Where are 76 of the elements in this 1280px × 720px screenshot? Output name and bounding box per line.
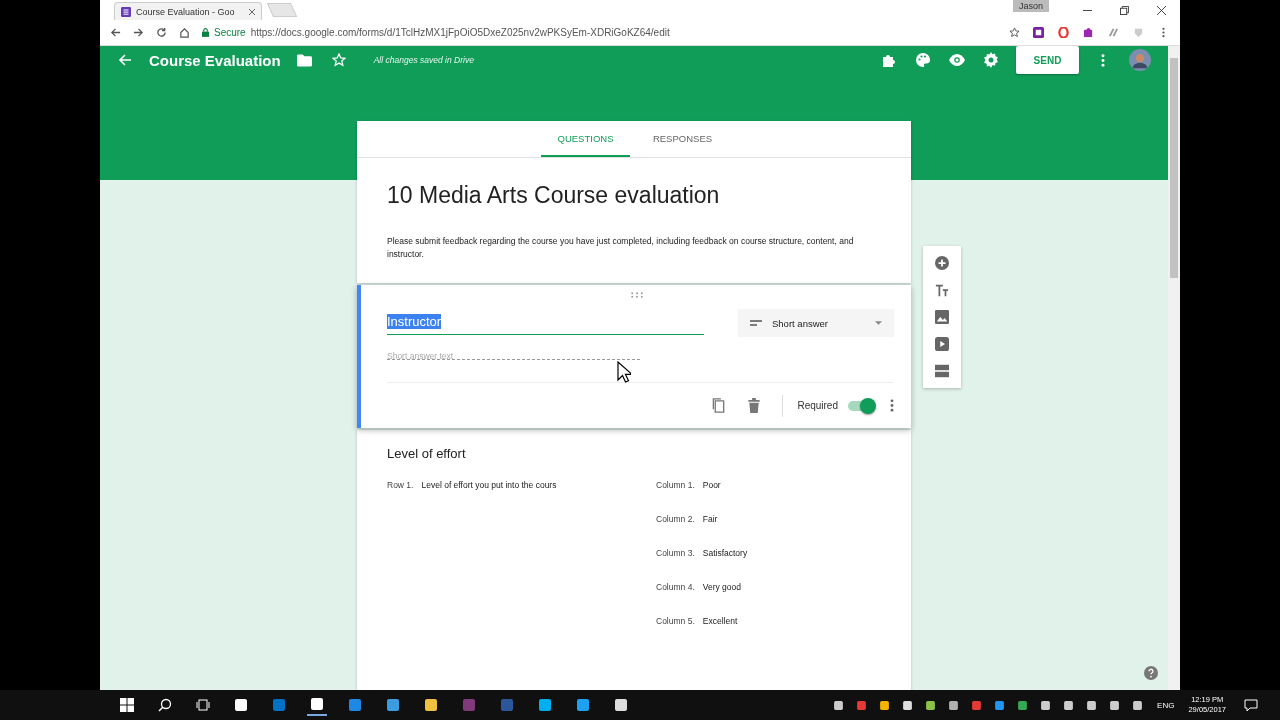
avatar-icon[interactable]	[1129, 49, 1151, 71]
lock-icon	[202, 28, 209, 37]
tray-icon[interactable]	[925, 699, 937, 711]
star-icon[interactable]	[331, 53, 346, 67]
tray-icon[interactable]	[1040, 699, 1052, 711]
question-title-field[interactable]: Instructor	[387, 309, 704, 335]
mouse-cursor-icon	[617, 361, 631, 383]
address-field[interactable]: Secure https://docs.google.com/forms/d/1TclHzMX1jFpOiO5DxeZ025nv2wPKSyEm-XDRiGoKZ64/edit	[198, 22, 1024, 43]
title-icon[interactable]	[935, 283, 949, 297]
short-text-icon	[750, 320, 762, 326]
caret-icon	[875, 321, 882, 325]
column-number: Column 1.	[656, 480, 695, 492]
question-type-dropdown[interactable]: Short answer	[738, 309, 894, 337]
language-indicator[interactable]: ENG	[1157, 700, 1175, 710]
tray-icon[interactable]	[1017, 699, 1029, 711]
column-label[interactable]: Excellent	[702, 616, 738, 629]
answer-field: Short answer text	[387, 345, 640, 360]
folder-icon[interactable]	[296, 53, 312, 67]
opera-icon[interactable]	[1058, 27, 1069, 38]
close-tab-icon[interactable]	[249, 8, 255, 15]
drag-handle-icon[interactable]	[631, 292, 643, 298]
forward-icon[interactable]	[133, 27, 144, 38]
bookmark-star-icon[interactable]	[1009, 27, 1020, 38]
windows-logo-icon[interactable]	[117, 695, 137, 715]
image-icon[interactable]	[935, 310, 949, 324]
restore-icon[interactable]	[1120, 6, 1129, 15]
column-number: Column 5.	[656, 616, 695, 628]
tray-icon[interactable]	[902, 699, 914, 711]
column-label[interactable]: Fair	[702, 514, 718, 527]
required-toggle[interactable]	[848, 400, 874, 411]
row-label[interactable]: Level of effort you put into the cours	[421, 480, 557, 493]
form-description: Please submit feedback regarding the course you have just completed, including feedback on course structure, content, and instructor.	[387, 235, 855, 261]
settings-icon[interactable]	[983, 52, 999, 68]
tray-icon[interactable]	[948, 699, 960, 711]
add-icon[interactable]	[935, 256, 949, 270]
question-title: Level of effort	[387, 446, 467, 461]
reload-icon[interactable]	[156, 27, 167, 38]
trash-icon[interactable]	[747, 398, 762, 413]
profile-name[interactable]: Jason	[1012, 0, 1049, 12]
forms-icon	[121, 6, 131, 17]
help-icon[interactable]	[1144, 666, 1158, 680]
form-tab[interactable]: QUESTIONS	[541, 121, 630, 157]
form-tab[interactable]: RESPONSES	[638, 121, 727, 157]
column-number: Column 2.	[656, 514, 695, 526]
required-label: Required	[797, 400, 838, 411]
send-button[interactable]: SEND	[1016, 46, 1079, 74]
back-icon[interactable]	[110, 27, 121, 38]
video-icon[interactable]	[935, 337, 949, 351]
tray-icon[interactable]	[1132, 699, 1144, 711]
eye-icon[interactable]	[949, 52, 965, 68]
tray-icon[interactable]	[994, 699, 1006, 711]
form-heading: 10 Media Arts Course evaluation	[387, 182, 721, 209]
palette-icon[interactable]	[915, 52, 931, 68]
column-label[interactable]: Satisfactory	[702, 548, 748, 561]
column-number: Column 4.	[656, 582, 695, 594]
more-icon[interactable]	[890, 399, 894, 412]
tray-icon[interactable]	[833, 699, 845, 711]
browser-tab[interactable]: Course Evaluation - Goo	[114, 2, 262, 20]
tray-icon[interactable]	[879, 699, 891, 711]
row-number: Row 1.	[387, 480, 414, 492]
tray-icon[interactable]	[1109, 699, 1121, 711]
close-icon[interactable]	[1157, 6, 1166, 15]
column-label[interactable]: Very good	[702, 582, 742, 595]
scrollbar[interactable]	[1168, 46, 1180, 690]
section-icon[interactable]	[935, 364, 949, 378]
tray-icon[interactable]	[1086, 699, 1098, 711]
home-icon[interactable]	[179, 27, 190, 38]
puzzle-icon[interactable]	[1083, 27, 1094, 38]
form-title[interactable]: Course Evaluation	[149, 51, 281, 69]
column-label[interactable]: Poor	[702, 480, 721, 493]
puzzle-icon[interactable]	[881, 52, 897, 68]
save-status: All changes saved in Drive	[373, 55, 474, 65]
more-icon[interactable]	[1101, 53, 1105, 67]
copy-icon[interactable]	[712, 398, 727, 413]
column-number: Column 3.	[656, 548, 695, 560]
tray-icon[interactable]	[1063, 699, 1075, 711]
